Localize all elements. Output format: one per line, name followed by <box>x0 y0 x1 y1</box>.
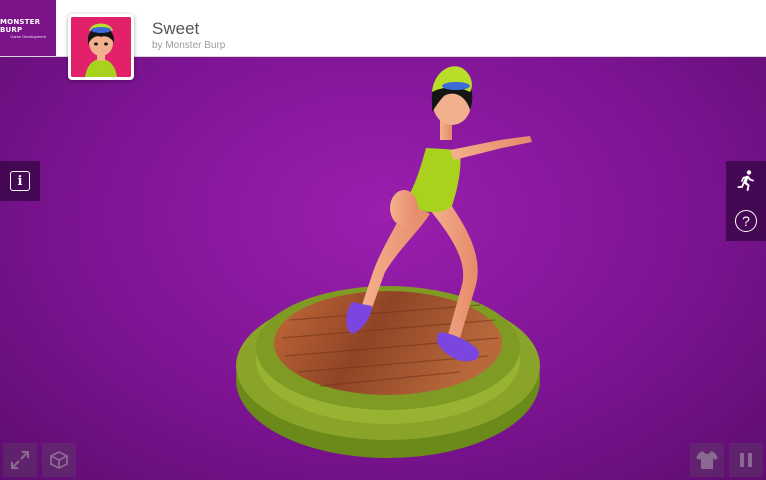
info-button[interactable]: i <box>0 161 40 201</box>
model-title[interactable]: Sweet <box>152 19 199 39</box>
expand-arrows-icon <box>11 451 29 469</box>
3d-box-icon <box>50 450 68 470</box>
pedestal <box>236 286 540 458</box>
customize-button[interactable] <box>690 443 724 477</box>
model-viewport[interactable] <box>0 57 766 480</box>
avatar-image <box>71 17 131 77</box>
model-author[interactable]: by Monster Burp <box>152 40 225 51</box>
brand-logo[interactable]: MONSTER BURP Game Development <box>0 0 56 56</box>
brand-tagline: Game Development <box>10 33 46 39</box>
avatar-thumbnail[interactable] <box>68 14 134 80</box>
running-figure-icon <box>737 170 754 191</box>
pause-button[interactable] <box>729 443 763 477</box>
view-mode-button[interactable] <box>42 443 76 477</box>
tshirt-icon <box>696 451 718 469</box>
question-mark-icon: ? <box>735 210 757 232</box>
animation-button[interactable] <box>726 161 766 201</box>
help-button[interactable]: ? <box>726 201 766 241</box>
character-portrait-icon <box>71 17 131 77</box>
brand-name: MONSTER BURP <box>0 17 41 34</box>
pause-icon <box>740 453 752 467</box>
fullscreen-button[interactable] <box>3 443 37 477</box>
info-icon: i <box>10 171 30 191</box>
